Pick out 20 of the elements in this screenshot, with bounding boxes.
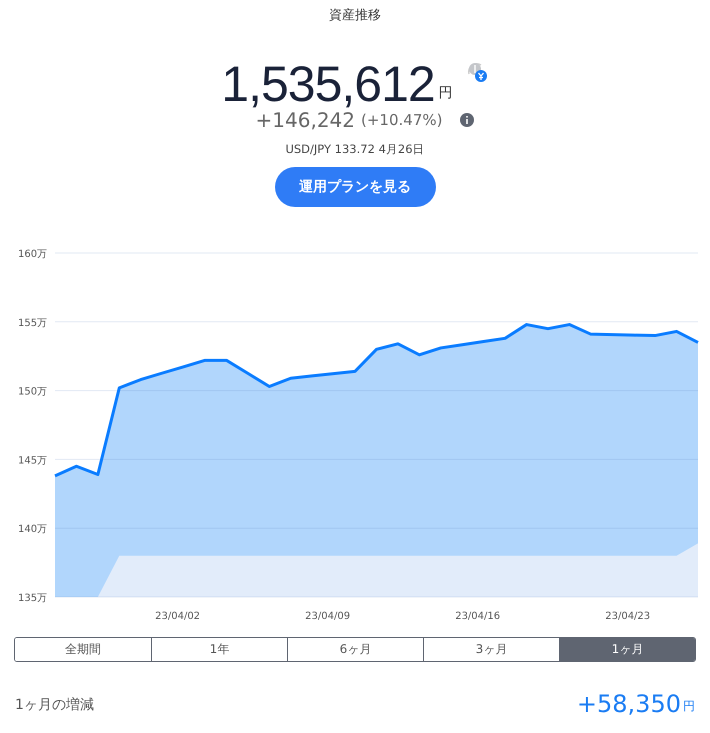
y-axis-label: 150万 — [18, 386, 48, 398]
view-plan-button[interactable]: 運用プランを見る — [274, 167, 436, 207]
change-percent: (+10.47%) — [361, 111, 442, 129]
x-axis-label: 23/04/16 — [455, 611, 500, 622]
exchange-rate: USD/JPY 133.72 4月26日 — [285, 142, 425, 157]
x-axis-label: 23/04/09 — [305, 611, 350, 622]
summary-label: 1ヶ月の増減 — [15, 696, 94, 714]
x-axis-label: 23/04/02 — [155, 611, 200, 622]
y-axis-label: 140万 — [18, 524, 48, 536]
y-axis-label: 145万 — [18, 455, 48, 466]
info-icon[interactable] — [460, 113, 474, 127]
summary-unit: 円 — [683, 698, 695, 715]
page-title: 資産推移 — [329, 7, 381, 24]
currency-unit: 円 — [438, 84, 453, 102]
period-tab[interactable]: 1ヶ月 — [559, 638, 695, 661]
y-axis-label: 155万 — [18, 318, 48, 329]
y-axis-label: 135万 — [18, 593, 48, 604]
summary-amount: +58,350 — [576, 690, 681, 718]
y-axis-label: 160万 — [18, 249, 48, 260]
x-axis-label: 23/04/23 — [605, 611, 650, 622]
